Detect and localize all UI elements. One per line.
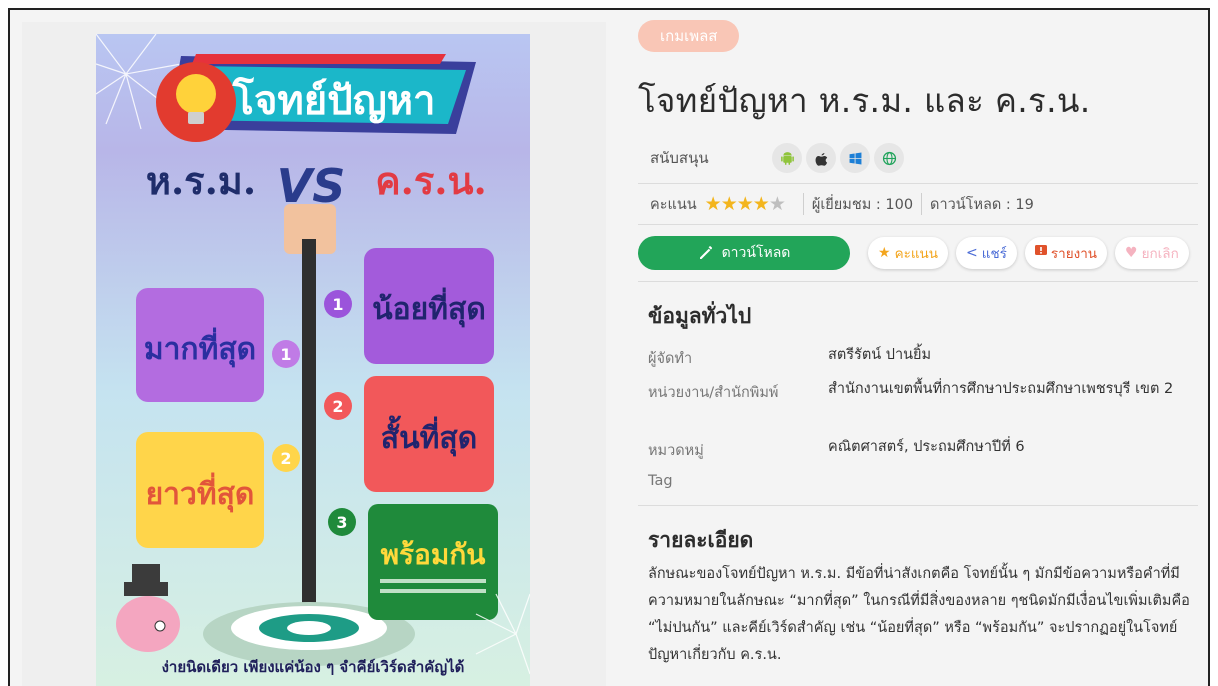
share-icon: <: [966, 245, 978, 261]
info-value[interactable]: สำนักงานเขตพื้นที่การศึกษาประถมศึกษาเพชร…: [828, 376, 1188, 402]
info-key: หมวดหมู่: [648, 443, 704, 459]
poster-footer: ง่ายนิดเดียว เพียงแค่น้อง ๆ จำคีย์เวิร์ด…: [162, 657, 465, 676]
support-row: สนับสนุน: [638, 141, 1198, 175]
pencil-icon: [699, 246, 712, 259]
content-frame: โจทย์ปัญหา ห.ร.ม. VS ค.ร.น. มากที่สุด 1: [8, 8, 1210, 686]
web-icon: [874, 143, 904, 173]
info-row-tag: Tag: [648, 467, 1198, 501]
unfavorite-button[interactable]: ♥ ยกเลิก: [1115, 237, 1189, 269]
poster-artwork: โจทย์ปัญหา ห.ร.ม. VS ค.ร.น. มากที่สุด 1: [96, 34, 530, 676]
general-info-table: ผู้จัดทำ สตรีรัตน์ ปานยิ้ม หน่วยงาน/สำนั…: [638, 341, 1198, 501]
info-key: Tag: [648, 473, 673, 489]
bulb-icon: [176, 74, 216, 114]
heart-icon: ♥: [1125, 245, 1138, 261]
preview-pane: โจทย์ปัญหา ห.ร.ม. VS ค.ร.น. มากที่สุด 1: [22, 22, 606, 686]
star-rating: ★★★★★: [704, 193, 786, 215]
info-value[interactable]: คณิตศาสตร์, ประถมศึกษาปีที่ 6: [828, 434, 1188, 460]
details-text: ลักษณะของโจทย์ปัญหา ห.ร.ม. มีข้อที่น่าสั…: [648, 566, 1190, 663]
num-text: 3: [336, 513, 347, 532]
target-center: [287, 621, 331, 635]
poster-left-label: ห.ร.ม.: [146, 158, 256, 203]
detail-panel: เกมเพลส โจทย์ปัญหา ห.ร.ม. และ ค.ร.น. สนั…: [638, 20, 1198, 669]
info-key: ผู้จัดทำ: [648, 351, 693, 367]
android-icon: [772, 143, 802, 173]
rate-button[interactable]: ★ คะแนน: [868, 237, 949, 269]
stats-row: คะแนน ★★★★★ ผู้เยี่ยมชม : 100 ดาวน์โหลด …: [638, 184, 1198, 224]
apple-icon: [806, 143, 836, 173]
action-row: ดาวน์โหลด ★ คะแนน < แชร์ รายงาน ♥ ยกเลิก: [638, 225, 1198, 281]
card-most-text: มากที่สุด: [144, 327, 256, 368]
divider: [638, 505, 1198, 506]
num-text: 2: [280, 449, 291, 468]
windows-icon: [840, 143, 870, 173]
poster-title: โจทย์ปัญหา: [231, 77, 435, 124]
report-button[interactable]: รายงาน: [1024, 237, 1108, 269]
download-count: ดาวน์โหลด : 19: [930, 196, 1034, 213]
divider: [921, 193, 923, 215]
num-text: 1: [280, 345, 291, 364]
mascot-hat-top: [132, 564, 160, 586]
download-label: ดาวน์โหลด: [721, 245, 791, 261]
divider: [638, 281, 1198, 282]
info-key: หน่วยงาน/สำนักพิมพ์: [648, 385, 779, 401]
card-small-text-line: [380, 579, 486, 583]
card-together-text: พร้อมกัน: [381, 538, 486, 571]
mascot-monocle: [154, 620, 166, 632]
divider: [802, 193, 804, 215]
poster-right-label: ค.ร.น.: [375, 158, 487, 203]
info-value[interactable]: สตรีรัตน์ ปานยิ้ม: [828, 342, 1188, 368]
card-shortest-text: สั้นที่สุด: [381, 415, 477, 457]
star-icon: ★: [878, 245, 891, 261]
report-label: รายงาน: [1050, 246, 1098, 262]
flag-icon: [1034, 245, 1047, 261]
bulb-base: [188, 112, 204, 124]
card-small-text-line: [380, 589, 486, 593]
cover-image[interactable]: โจทย์ปัญหา ห.ร.ม. VS ค.ร.น. มากที่สุด 1: [96, 34, 530, 686]
card-longest-text: ยาวที่สุด: [146, 472, 255, 513]
info-row-publisher: หน่วยงาน/สำนักพิมพ์ สำนักงานเขตพื้นที่กา…: [648, 375, 1198, 433]
support-label: สนับสนุน: [650, 149, 709, 167]
rate-label: คะแนน: [894, 246, 939, 262]
details-heading: รายละเอียด: [648, 528, 754, 552]
share-button[interactable]: < แชร์: [956, 237, 1017, 269]
info-row-author: ผู้จัดทำ สตรีรัตน์ ปานยิ้ม: [648, 341, 1198, 375]
card-least-text: น้อยที่สุด: [372, 287, 486, 328]
num-text: 1: [332, 295, 343, 314]
brain-mascot: [116, 596, 180, 652]
num-text: 2: [332, 397, 343, 416]
banner-stripe: [192, 54, 446, 64]
download-button[interactable]: ดาวน์โหลด: [638, 236, 850, 270]
info-row-category: หมวดหมู่ คณิตศาสตร์, ประถมศึกษาปีที่ 6: [648, 433, 1198, 467]
category-badge[interactable]: เกมเพลส: [638, 20, 740, 52]
rating-label: คะแนน: [650, 196, 697, 213]
general-info-heading: ข้อมูลทั่วไป: [648, 304, 752, 328]
pole: [302, 239, 316, 629]
share-label: แชร์: [981, 246, 1007, 262]
unfavorite-label: ยกเลิก: [1141, 246, 1179, 262]
page-title: โจทย์ปัญหา ห.ร.ม. และ ค.ร.น.: [638, 81, 1091, 120]
view-count: ผู้เยี่ยมชม : 100: [811, 196, 914, 213]
